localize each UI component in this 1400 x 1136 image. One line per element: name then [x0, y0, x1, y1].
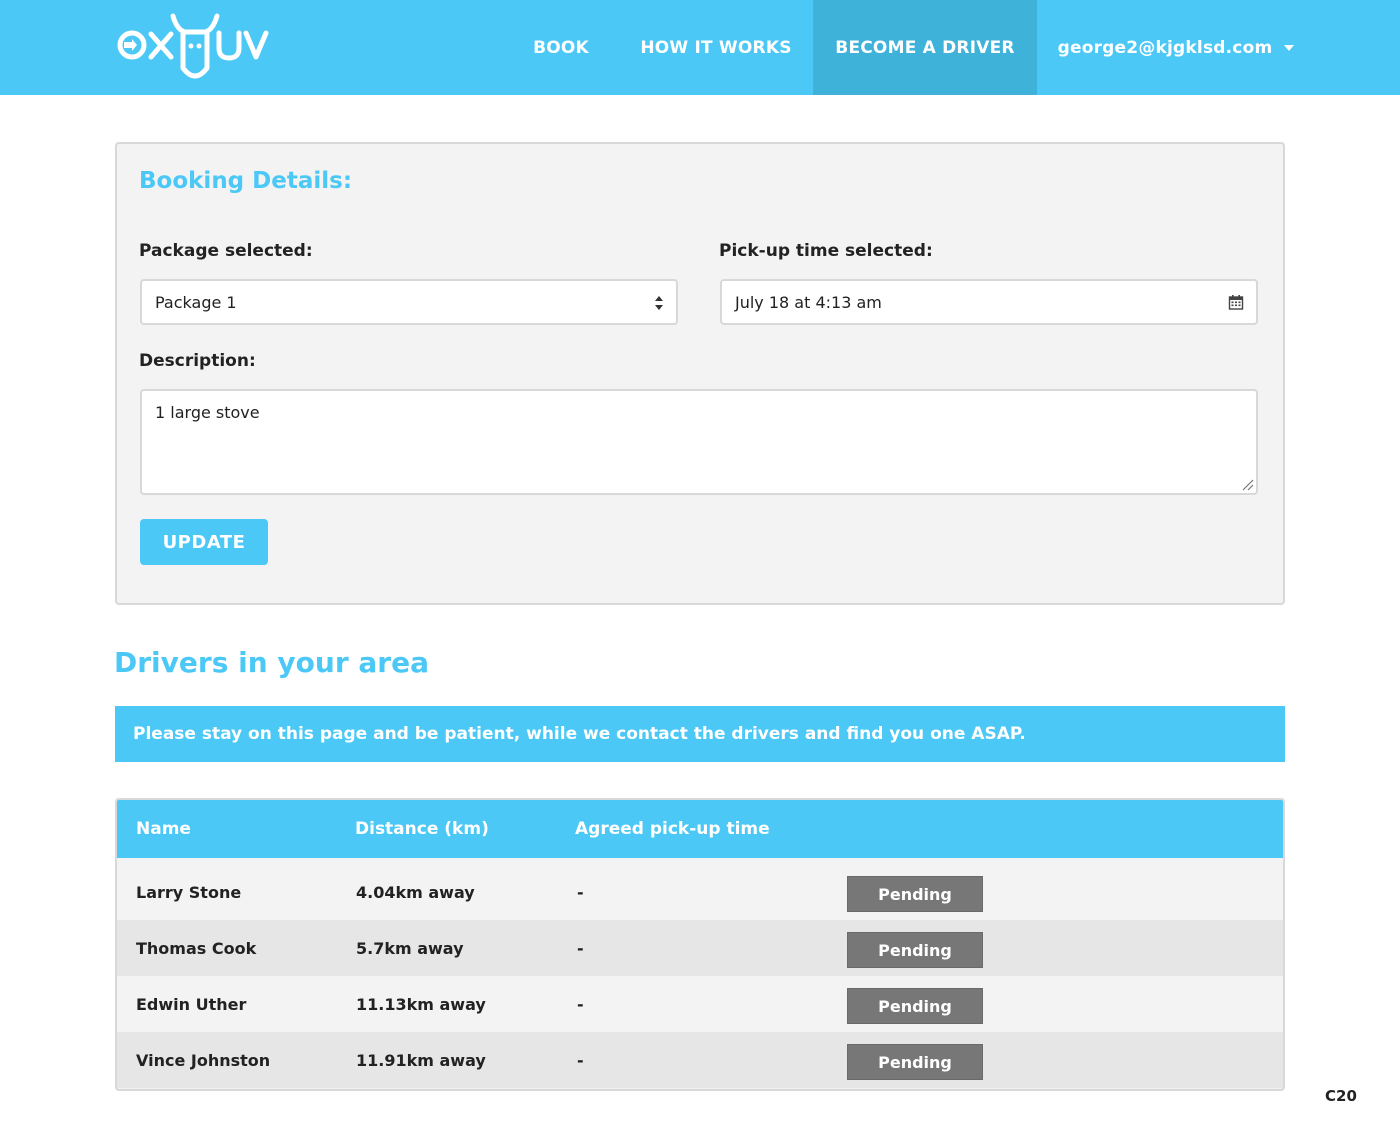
- column-header-name: Name: [136, 819, 191, 839]
- column-header-distance: Distance (km): [355, 819, 489, 839]
- calendar-icon[interactable]: [1228, 294, 1244, 310]
- driver-pickup-time: -: [577, 994, 584, 1014]
- corner-label: C20: [1325, 1087, 1357, 1105]
- resize-handle-icon[interactable]: [1240, 477, 1254, 491]
- status-badge[interactable]: Pending: [847, 988, 983, 1024]
- user-menu[interactable]: george2@kjgklsd.com: [1046, 0, 1306, 95]
- column-header-pickup-time: Agreed pick-up time: [575, 819, 770, 839]
- driver-pickup-time: -: [577, 938, 584, 958]
- status-badge[interactable]: Pending: [847, 876, 983, 912]
- top-navbar: BOOK HOW IT WORKS BECOME A DRIVER george…: [0, 0, 1400, 95]
- nav-become-a-driver[interactable]: BECOME A DRIVER: [813, 0, 1037, 95]
- drivers-table: Name Distance (km) Agreed pick-up time L…: [115, 798, 1285, 1091]
- booking-details-panel: Booking Details: Package selected: Packa…: [115, 142, 1285, 605]
- drivers-section-title: Drivers in your area: [114, 646, 429, 679]
- select-arrows-icon: [655, 296, 663, 310]
- table-row: Vince Johnston 11.91km away - Pending: [117, 1032, 1283, 1088]
- status-badge[interactable]: Pending: [847, 1044, 983, 1080]
- table-row: Larry Stone 4.04km away - Pending: [117, 864, 1283, 920]
- package-select-value: Package 1: [155, 292, 237, 312]
- driver-distance: 11.13km away: [356, 994, 486, 1014]
- driver-name: Vince Johnston: [136, 1050, 271, 1070]
- description-value: 1 large stove: [155, 403, 260, 422]
- pickup-time-input[interactable]: July 18 at 4:13 am: [720, 279, 1258, 325]
- pickup-time-label: Pick-up time selected:: [719, 241, 933, 261]
- driver-distance: 11.91km away: [356, 1050, 486, 1070]
- package-select[interactable]: Package 1: [140, 279, 678, 325]
- oxmuv-logo[interactable]: [113, 10, 278, 88]
- patience-notice: Please stay on this page and be patient,…: [115, 706, 1285, 762]
- pickup-time-value: July 18 at 4:13 am: [735, 292, 882, 312]
- driver-name: Larry Stone: [136, 882, 242, 902]
- table-header: Name Distance (km) Agreed pick-up time: [117, 800, 1283, 858]
- description-label: Description:: [139, 351, 256, 371]
- description-textarea[interactable]: 1 large stove: [140, 389, 1258, 495]
- table-row: Edwin Uther 11.13km away - Pending: [117, 976, 1283, 1032]
- driver-distance: 4.04km away: [356, 882, 475, 902]
- user-email: george2@kjgklsd.com: [1057, 37, 1273, 58]
- table-row: Thomas Cook 5.7km away - Pending: [117, 920, 1283, 976]
- driver-distance: 5.7km away: [356, 938, 464, 958]
- package-label: Package selected:: [139, 241, 313, 261]
- chevron-down-icon: [1284, 44, 1295, 51]
- driver-name: Edwin Uther: [136, 994, 247, 1014]
- nav-how-it-works[interactable]: HOW IT WORKS: [625, 0, 807, 95]
- driver-pickup-time: -: [577, 1050, 584, 1070]
- nav-book[interactable]: BOOK: [510, 0, 612, 95]
- booking-details-title: Booking Details:: [139, 168, 353, 194]
- driver-pickup-time: -: [577, 882, 584, 902]
- status-badge[interactable]: Pending: [847, 932, 983, 968]
- update-button[interactable]: UPDATE: [140, 519, 268, 565]
- driver-name: Thomas Cook: [136, 938, 257, 958]
